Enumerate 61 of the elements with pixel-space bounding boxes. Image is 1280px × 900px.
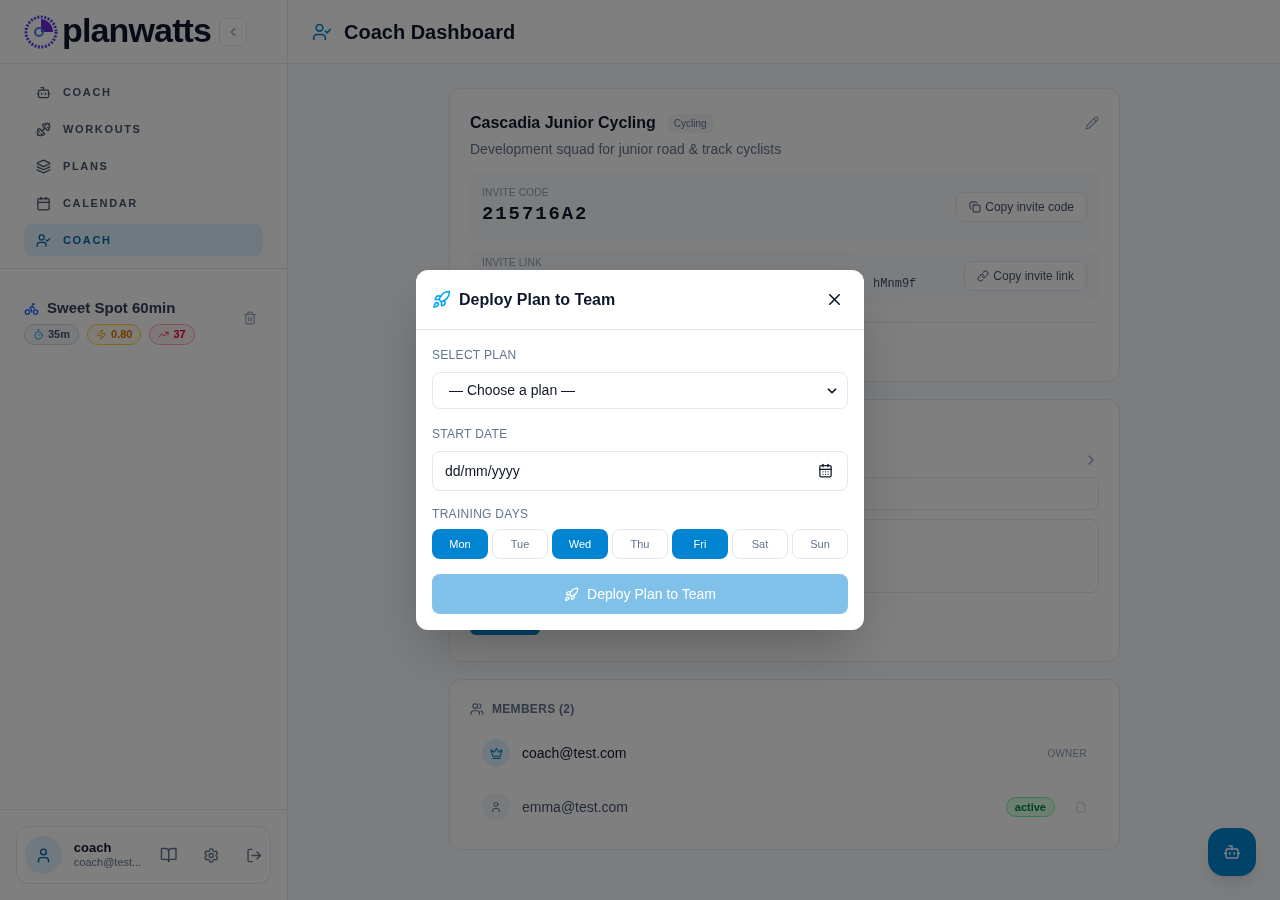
nav-item[interactable]: WORKOUTS xyxy=(24,113,263,145)
date-field[interactable]: dd/mm/yyyy xyxy=(432,451,848,491)
link-icon xyxy=(977,270,990,282)
copy-code-button[interactable]: Copy invite code xyxy=(956,192,1087,222)
rocket-icon xyxy=(432,290,451,309)
copy-link-button[interactable]: Copy invite link xyxy=(964,261,1087,291)
crown-icon xyxy=(489,746,503,760)
calendar-icon[interactable] xyxy=(818,463,833,478)
field-label: START DATE xyxy=(432,426,509,443)
workout-title: Sweet Spot 60min xyxy=(47,298,176,318)
assistant-button[interactable] xyxy=(1208,828,1256,876)
bike-icon xyxy=(24,300,39,316)
day-toggle[interactable]: Fri xyxy=(672,529,728,559)
day-toggle[interactable]: Mon xyxy=(432,529,488,559)
logout-icon[interactable] xyxy=(245,846,262,864)
stat-badge: 0.80 xyxy=(87,323,142,345)
calendar-icon xyxy=(36,195,51,211)
team-description: Development squad for junior road & track cyclists xyxy=(470,140,783,159)
user-check-icon xyxy=(312,21,332,42)
status-badge: active xyxy=(1005,796,1055,818)
lightning-icon xyxy=(96,328,108,340)
day-toggle[interactable]: Sat xyxy=(732,529,788,559)
nav-item[interactable]: PLANS xyxy=(24,150,263,182)
members-title: MEMBERS (2) xyxy=(492,701,575,718)
team-name: Cascadia Junior Cycling xyxy=(470,113,656,133)
person-icon xyxy=(490,801,502,813)
user-name: coach xyxy=(73,840,113,857)
day-toggle[interactable]: Sun xyxy=(792,529,848,559)
user-email: coach@test... xyxy=(73,856,143,870)
brand-name: planwatts xyxy=(62,12,212,51)
plan-select[interactable]: — Choose a plan — xyxy=(432,372,848,409)
nav-item[interactable]: COACH xyxy=(24,224,263,256)
book-icon[interactable] xyxy=(159,846,178,864)
dumbbell-icon xyxy=(36,121,51,137)
nav-item[interactable]: CALENDAR xyxy=(24,187,263,219)
stat-badge: 37 xyxy=(149,323,195,345)
invite-code: 215716A2 xyxy=(482,202,589,228)
edit-icon[interactable] xyxy=(1085,116,1099,130)
stat-badge: 35m xyxy=(24,323,80,345)
field-label: SELECT PLAN xyxy=(432,347,518,364)
member-email: emma@test.com xyxy=(522,797,628,817)
rocket-icon xyxy=(564,586,580,602)
day-toggle[interactable]: Tue xyxy=(492,529,548,559)
settings-icon[interactable] xyxy=(203,846,220,864)
field-label: TRAINING DAYS xyxy=(432,506,530,523)
sport-tag: Cycling xyxy=(667,113,713,133)
page-title: Coach Dashboard xyxy=(344,19,516,45)
day-toggle[interactable]: Thu xyxy=(612,529,668,559)
day-toggle[interactable]: Wed xyxy=(552,529,608,559)
robot-icon xyxy=(1223,843,1241,861)
user-check-icon xyxy=(36,232,51,248)
dialog-title: Deploy Plan to Team xyxy=(459,289,616,310)
nav-item[interactable]: COACH xyxy=(24,76,263,108)
stopwatch-icon xyxy=(33,328,44,340)
logo-icon xyxy=(24,14,58,49)
users-icon xyxy=(470,702,484,716)
trash-icon[interactable] xyxy=(243,311,257,325)
robot-icon xyxy=(36,84,51,100)
copy-icon xyxy=(969,201,982,213)
layers-icon xyxy=(36,158,51,174)
member-email: coach@test.com xyxy=(522,743,627,763)
